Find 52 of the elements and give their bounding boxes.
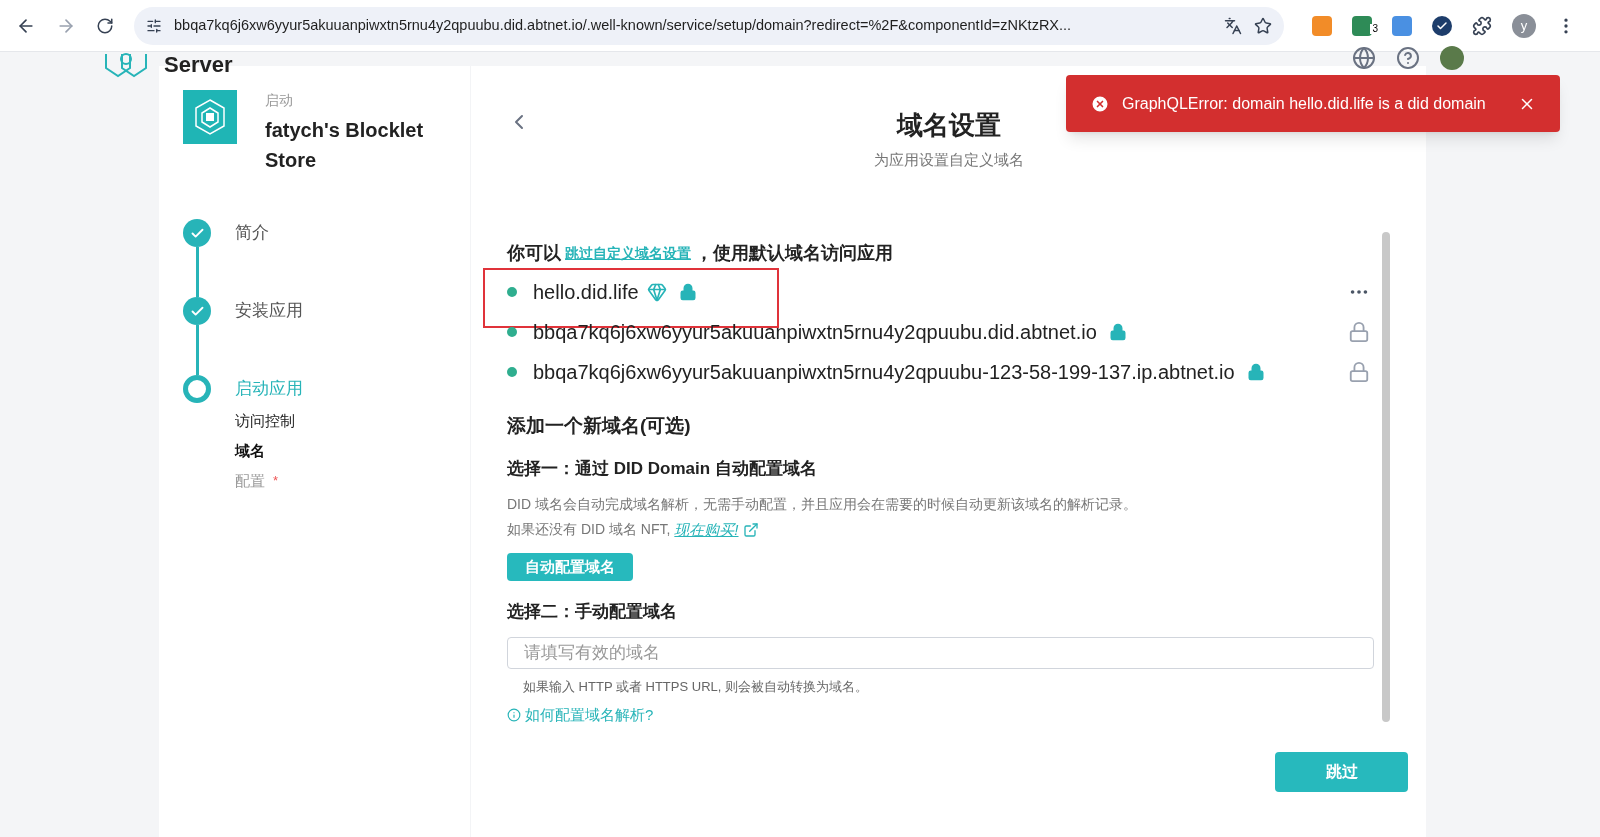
step-label[interactable]: 启动应用	[235, 375, 303, 403]
option-description: DID 域名会自动完成域名解析，无需手动配置，并且应用会在需要的时候自动更新该域名的解析记录。	[507, 494, 1138, 514]
check-extension-icon[interactable]	[1432, 15, 1452, 36]
option-title: 选择一：通过 DID Domain 自动配置域名	[507, 458, 818, 480]
substep-label: 域名	[235, 441, 265, 461]
toast-message: GraphQLError: domain hello.did.life is a did domain	[1122, 93, 1487, 114]
lock-action-icon[interactable]	[1348, 360, 1370, 383]
domain-name: hello.did.life	[533, 279, 639, 305]
address-bar[interactable]: bbqa7kq6j6xw6yyur5akuuanpiwxtn5rnu4y2qpuubu.did.abtnet.io/.well-known/service/setup/domain?redirect=%2F&componentId=zNKtzRX...	[134, 6, 1284, 45]
help-icon[interactable]	[1396, 46, 1420, 70]
extension-badge: 3	[1370, 23, 1380, 34]
option-title: 选择二：手动配置域名	[507, 601, 678, 624]
language-icon[interactable]	[1352, 46, 1376, 70]
skip-button[interactable]: 跳过	[1275, 751, 1408, 792]
lock-action-icon[interactable]	[1348, 320, 1370, 343]
extensions-icon[interactable]	[1472, 15, 1492, 36]
app-caption: 启动	[265, 91, 294, 110]
required-mark: *	[273, 472, 279, 491]
substep-label: 访问控制	[235, 411, 295, 431]
bookmark-star-icon[interactable]	[1254, 16, 1272, 35]
reload-icon[interactable]	[96, 16, 114, 35]
url-text: bbqa7kq6j6xw6yyur5akuuanpiwxtn5rnu4y2qpuubu.did.abtnet.io/.well-known/service/setup/domain?redirect=%2F&componentId=zNKtzRX...	[174, 15, 1073, 35]
external-link-icon	[742, 521, 759, 538]
page-subtitle: 为应用设置自定义域名	[873, 150, 1024, 170]
extension-icon[interactable]	[1352, 15, 1372, 36]
site-settings-icon[interactable]	[146, 17, 162, 34]
buy-now-link[interactable]: 现在购买!	[674, 518, 759, 541]
translate-icon[interactable]	[1224, 16, 1242, 35]
input-hint: 如果输入 HTTP 或者 HTTPS URL, 则会被自动转换为域名。	[523, 677, 869, 696]
substep-item[interactable]: 域名	[235, 439, 303, 463]
scrollbar[interactable]	[1382, 231, 1390, 722]
step-label[interactable]: 安装应用	[235, 297, 303, 325]
app-name: fatych's Blocklet Store	[265, 118, 425, 173]
substep-item[interactable]: 访问控制	[235, 409, 303, 433]
nft-note: 如果还没有 DID 域名 NFT,	[507, 520, 671, 540]
step-label[interactable]: 简介	[235, 219, 269, 247]
page-title: 域名设置	[896, 109, 1001, 142]
user-avatar[interactable]	[1440, 46, 1464, 70]
info-icon	[507, 708, 521, 723]
intro-text: 你可以 跳过自定义域名设置 ，使用默认域名访问应用	[507, 241, 894, 266]
app-logo-icon	[183, 90, 237, 144]
substep-label: 配置	[235, 471, 265, 491]
brand-name: Server	[164, 51, 233, 79]
skip-custom-domain-link[interactable]: 跳过自定义域名设置	[565, 242, 691, 264]
domain-input-field[interactable]: 请填写有效的域名	[507, 636, 1374, 669]
dns-help-link[interactable]: 如何配置域名解析?	[507, 704, 654, 727]
domain-name: bbqa7kq6j6xw6yyur5akuuanpiwxtn5rnu4y2qpuubu-123-58-199-137.ip.abtnet.io	[533, 359, 1235, 385]
auto-configure-button[interactable]: 自动配置域名	[507, 553, 633, 582]
domain-name: bbqa7kq6j6xw6yyur5akuuanpiwxtn5rnu4y2qpuubu.did.abtnet.io	[533, 319, 1097, 345]
error-icon	[1090, 93, 1110, 114]
profile-avatar[interactable]: y	[1512, 13, 1536, 38]
section-title: 添加一个新域名(可选)	[507, 413, 692, 438]
